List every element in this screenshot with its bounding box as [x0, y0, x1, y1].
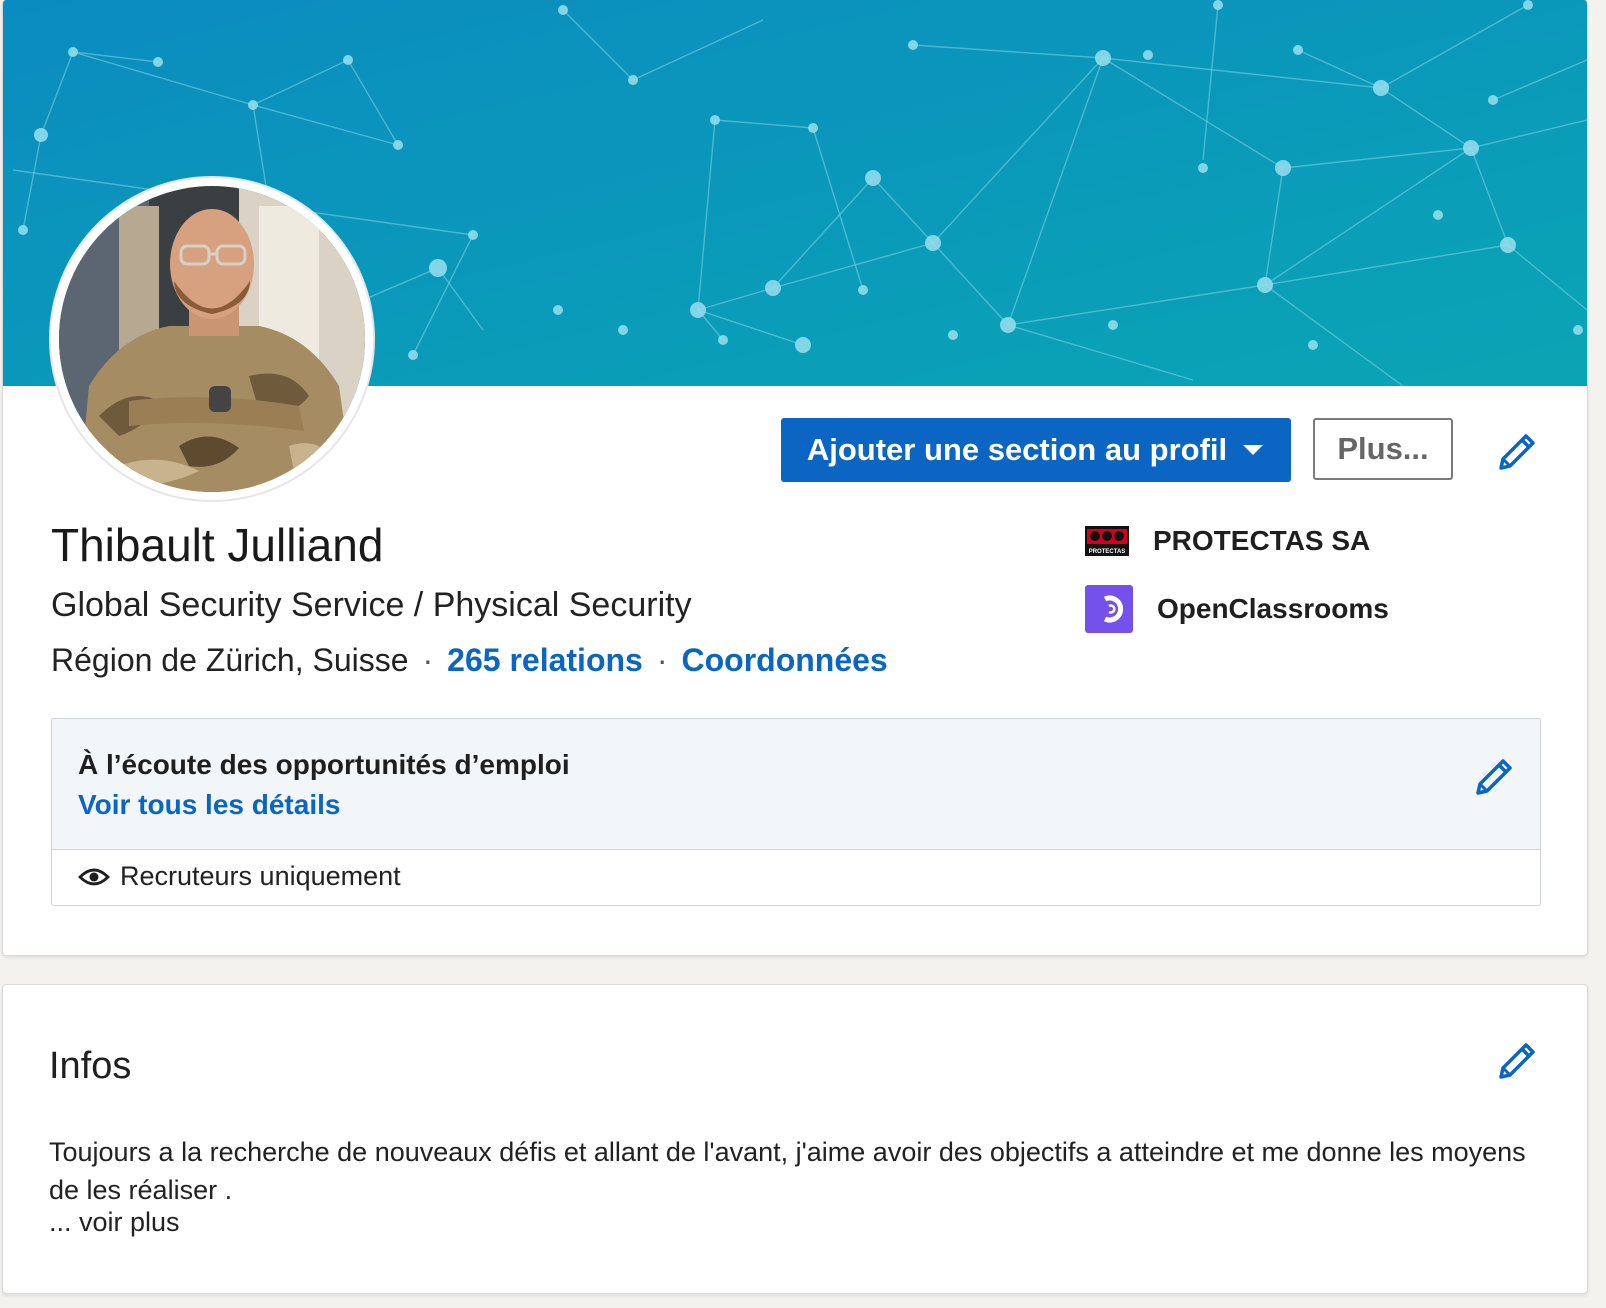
add-profile-section-label: Ajouter une section au profil: [806, 432, 1228, 467]
open-to-work-box: À l’écoute des opportunités d’emploi Voi…: [51, 718, 1541, 906]
pencil-icon: [1499, 1043, 1535, 1079]
profile-top-card: Ajouter une section au profil Plus... Th…: [2, 0, 1588, 956]
caret-down-icon: [1243, 445, 1264, 455]
open-to-work-visibility: Recruteurs uniquement: [78, 861, 401, 892]
open-to-work-header: À l’écoute des opportunités d’emploi Voi…: [52, 719, 1540, 850]
see-more-link[interactable]: ... voir plus: [49, 1207, 180, 1238]
profile-photo-image: [59, 186, 365, 492]
add-profile-section-button[interactable]: Ajouter une section au profil: [781, 418, 1291, 482]
edit-about-button[interactable]: [1493, 1037, 1541, 1085]
more-button-label: Plus...: [1337, 431, 1429, 466]
openclassrooms-logo-icon: [1085, 585, 1133, 633]
protectas-logo-text: PROTECTAS: [1089, 549, 1126, 555]
more-button[interactable]: Plus...: [1313, 418, 1453, 480]
about-text: Toujours a la recherche de nouveaux défi…: [49, 1137, 1526, 1205]
company-name: OpenClassrooms: [1157, 593, 1389, 624]
eye-icon: [78, 868, 110, 885]
profile-location: Région de Zürich, Suisse: [51, 642, 409, 678]
open-to-work-details-link[interactable]: Voir tous les détails: [78, 789, 340, 821]
pencil-icon: [1499, 434, 1535, 470]
pencil-icon: [1476, 759, 1512, 795]
meta-separator: ·: [422, 642, 434, 678]
open-to-work-title: À l’écoute des opportunités d’emploi: [78, 749, 570, 780]
contact-info-link[interactable]: Coordonnées: [681, 642, 887, 679]
edit-open-to-work-button[interactable]: [1470, 753, 1518, 801]
edit-intro-button[interactable]: [1493, 428, 1541, 476]
company-openclassrooms[interactable]: OpenClassrooms: [1085, 585, 1389, 633]
about-card: Infos Toujours a la recherche de nouveau…: [2, 984, 1588, 1294]
company-name: PROTECTAS SA: [1153, 525, 1371, 556]
profile-photo[interactable]: [51, 178, 373, 500]
visibility-label: Recruteurs uniquement: [120, 861, 401, 891]
about-title: Infos: [49, 1045, 132, 1087]
protectas-logo-icon: PROTECTAS: [1085, 526, 1129, 556]
profile-headline: Global Security Service / Physical Secur…: [51, 586, 692, 624]
connections-link[interactable]: 265 relations: [447, 642, 643, 679]
profile-name: Thibault Julliand: [51, 519, 384, 571]
profile-meta: Région de Zürich, Suisse · 265 relations…: [51, 642, 888, 679]
company-protectas[interactable]: PROTECTAS PROTECTAS SA: [1085, 525, 1370, 557]
meta-separator: ·: [656, 642, 668, 678]
